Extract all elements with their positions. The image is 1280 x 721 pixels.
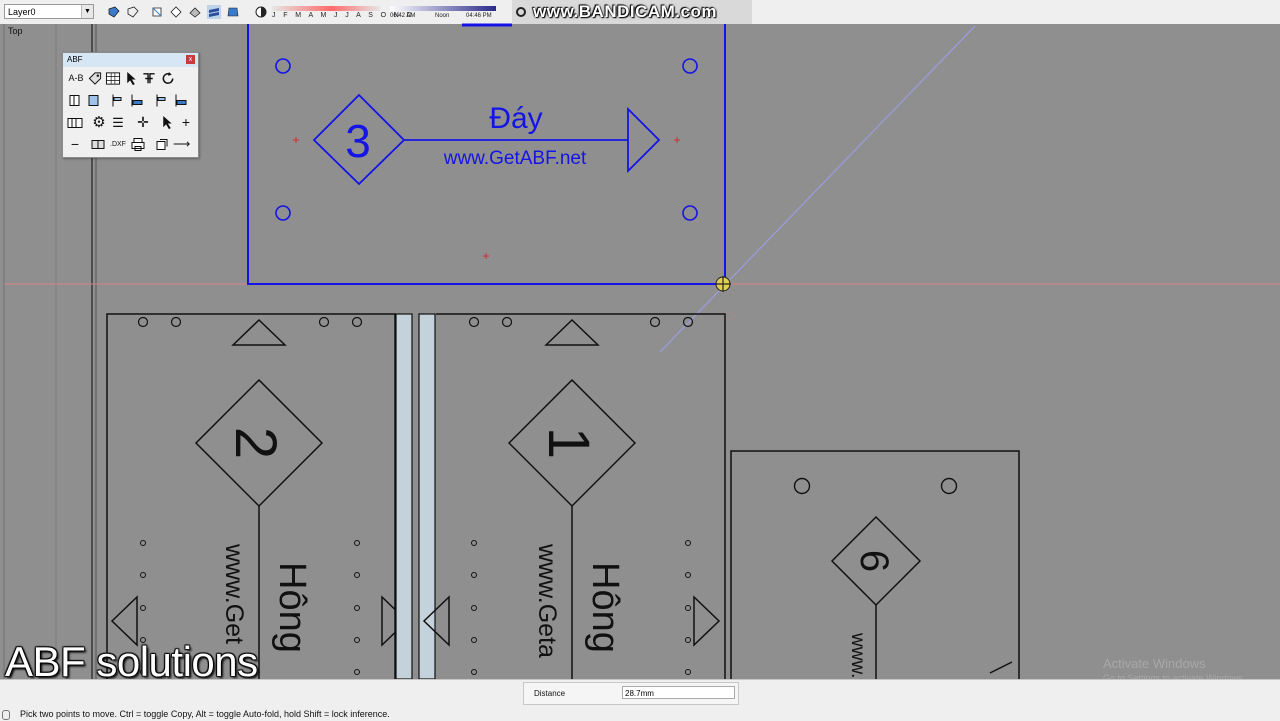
hole xyxy=(275,205,291,221)
align-left-icon[interactable] xyxy=(111,93,125,108)
align-right-icon[interactable] xyxy=(130,93,144,108)
panel-icon[interactable] xyxy=(68,93,82,108)
middle-panel[interactable]: 1 Hông www.Geta xyxy=(422,313,726,679)
panel-url: www.GetABF.net xyxy=(443,148,587,169)
hole xyxy=(468,316,480,328)
edge-triangle xyxy=(989,661,1013,674)
hole xyxy=(793,477,811,495)
red-marker: + xyxy=(482,249,489,263)
move-icon[interactable]: ✛ xyxy=(135,115,151,130)
abf-row: − .DXF ⟶ xyxy=(63,133,198,155)
abf-toolbar-panel[interactable]: ABF x A-B ⚙ ☰ ✛ + − .DXF ⟶ xyxy=(62,52,199,158)
panel-blue-icon[interactable] xyxy=(87,93,101,108)
hole xyxy=(682,205,698,221)
panel-number: 1 xyxy=(536,427,601,459)
hole xyxy=(682,316,694,328)
measurement-label: Distance xyxy=(534,689,566,698)
hole xyxy=(351,316,363,328)
abf-row: ⚙ ☰ ✛ + xyxy=(63,111,198,133)
edge-triangle xyxy=(544,318,600,346)
panel-url: www. xyxy=(847,632,868,678)
hole xyxy=(649,316,661,328)
copy-icon[interactable] xyxy=(155,137,169,152)
layout-icon[interactable] xyxy=(91,137,105,152)
printer-icon[interactable] xyxy=(131,137,145,152)
hole xyxy=(275,58,291,74)
align-top-icon[interactable] xyxy=(155,93,169,108)
panel-number: 3 xyxy=(345,115,371,167)
hole xyxy=(940,477,958,495)
columns-icon[interactable] xyxy=(67,115,83,130)
close-icon[interactable]: x xyxy=(186,55,195,64)
hole xyxy=(501,316,513,328)
panel-label: Đáy xyxy=(489,102,542,135)
hole xyxy=(318,316,330,328)
red-marker: + xyxy=(292,133,299,147)
tag-icon[interactable] xyxy=(87,71,103,86)
left-panel-outline[interactable] xyxy=(106,313,396,679)
table-icon[interactable] xyxy=(105,71,121,86)
edge-strip[interactable] xyxy=(395,313,413,680)
panel-url: www.Geta xyxy=(533,543,561,658)
select-icon[interactable] xyxy=(161,115,173,130)
panel-label: Hông xyxy=(271,562,313,653)
plus-icon[interactable]: + xyxy=(179,115,193,130)
panel-number: 6 xyxy=(852,550,896,572)
measurement-input[interactable]: 28.7mm xyxy=(622,686,735,699)
status-hint: Pick two points to move. Ctrl = toggle C… xyxy=(20,709,390,719)
abf-row: A-B xyxy=(63,67,198,89)
swap-icon[interactable] xyxy=(141,71,157,86)
hole-row xyxy=(471,540,691,675)
hole xyxy=(137,316,149,328)
activate-title: Activate Windows xyxy=(1103,656,1206,671)
panel-number: 2 xyxy=(223,427,288,459)
left-panel[interactable]: 2 Hông www.Get xyxy=(106,313,409,679)
align-bottom-icon[interactable] xyxy=(174,93,188,108)
gear-icon[interactable]: ⚙ xyxy=(91,115,107,130)
top-panel[interactable]: 3 Đáy www.GetABF.net + + + xyxy=(247,23,726,285)
ab-label-button[interactable]: A-B xyxy=(67,71,85,86)
panel-label: Hông xyxy=(584,562,626,653)
abf-panel-title: ABF xyxy=(67,55,83,64)
inference-line xyxy=(659,25,976,353)
dxf-export-button[interactable]: .DXF xyxy=(107,137,129,152)
list-icon[interactable]: ☰ xyxy=(110,115,126,130)
edge-triangle xyxy=(231,318,287,346)
panel-url: www.Get xyxy=(220,543,248,644)
edge-triangle xyxy=(693,595,721,647)
refresh-icon[interactable] xyxy=(160,71,176,86)
cursor-icon[interactable] xyxy=(125,71,137,86)
info-icon xyxy=(2,710,10,720)
red-marker: + xyxy=(673,133,680,147)
measurements-box: Distance 28.7mm xyxy=(523,682,739,705)
arrow-right-icon[interactable]: ⟶ xyxy=(173,137,190,152)
abf-row xyxy=(63,89,198,111)
hole xyxy=(682,58,698,74)
grain-arrow-head xyxy=(627,106,661,174)
hole xyxy=(170,316,182,328)
minus-icon[interactable]: − xyxy=(68,137,82,152)
status-bar: Distance 28.7mm Pick two points to move.… xyxy=(0,679,1280,721)
abf-panel-titlebar[interactable]: ABF x xyxy=(63,53,198,67)
right-panel[interactable]: 6 www. xyxy=(730,450,1020,679)
